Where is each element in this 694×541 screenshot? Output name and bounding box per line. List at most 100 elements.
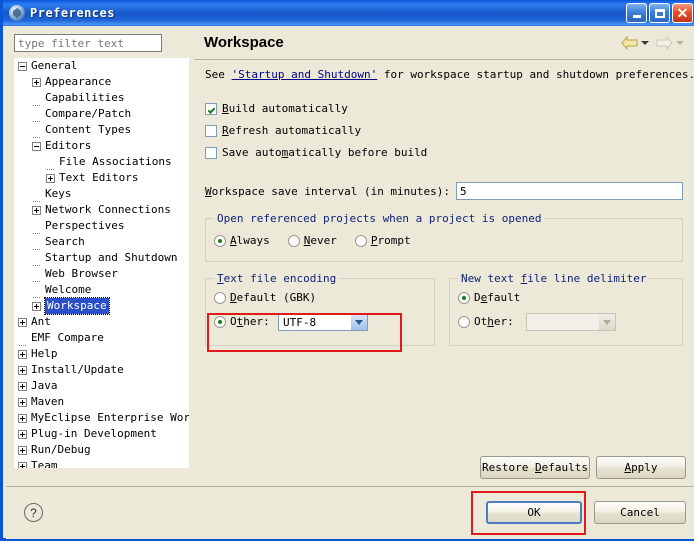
tree-item-label: Editors	[45, 139, 92, 152]
maximize-button[interactable]	[649, 3, 670, 23]
tree-item[interactable]: Maven	[14, 394, 189, 410]
tree-item[interactable]: Startup and Shutdown	[14, 250, 189, 266]
tree-item-label: Content Types	[45, 123, 132, 136]
save-before-build-checkbox[interactable]: Save automatically before build	[205, 146, 427, 159]
collapse-icon[interactable]	[32, 141, 41, 151]
expand-icon[interactable]	[18, 381, 27, 391]
tree-item[interactable]: Content Types	[14, 122, 189, 138]
expand-icon[interactable]	[46, 173, 55, 183]
eclipse-icon	[9, 5, 25, 21]
encoding-default-label: Default (GBK)	[230, 291, 317, 304]
tree-item[interactable]: File Associations	[14, 154, 189, 170]
refresh-automatically-label: Refresh automatically	[222, 124, 362, 137]
tree-item[interactable]: Plug-in Development	[14, 426, 189, 442]
filter-input[interactable]	[14, 34, 162, 52]
tree-item[interactable]: EMF Compare	[14, 330, 189, 346]
delimiter-other-label: Other:	[474, 315, 514, 328]
radio-dot[interactable]	[214, 315, 226, 328]
tree-item[interactable]: Editors	[14, 138, 189, 154]
tree-item[interactable]: Ant	[14, 314, 189, 330]
encoding-combo[interactable]: UTF-8	[278, 313, 368, 331]
refresh-automatically-checkbox[interactable]: Refresh automatically	[205, 124, 361, 137]
tree-item-label: MyEclipse Enterprise Work	[31, 411, 189, 424]
checkbox-box[interactable]	[205, 102, 217, 115]
tree-item[interactable]: Network Connections	[14, 202, 189, 218]
tree-item[interactable]: Capabilities	[14, 90, 189, 106]
startup-shutdown-link[interactable]: 'Startup and Shutdown'	[232, 68, 378, 81]
restore-defaults-label: Restore Defaults	[482, 461, 588, 474]
tree-item[interactable]: Web Browser	[14, 266, 189, 282]
collapse-icon[interactable]	[18, 61, 27, 71]
tree-item[interactable]: Java	[14, 378, 189, 394]
restore-defaults-button[interactable]: Restore Defaults	[480, 456, 590, 479]
ok-button[interactable]: OK	[486, 501, 582, 524]
title-bar: Preferences ✕	[3, 0, 694, 26]
tree-item[interactable]: MyEclipse Enterprise Work	[14, 410, 189, 426]
tree-item[interactable]: General	[14, 58, 189, 74]
checkbox-box[interactable]	[205, 146, 217, 159]
expand-icon[interactable]	[32, 77, 41, 87]
delimiter-default-radio[interactable]: Default	[458, 291, 520, 304]
arrow-back-icon[interactable]	[621, 35, 638, 50]
expand-icon[interactable]	[18, 317, 27, 327]
radio-prompt[interactable]: Prompt	[354, 234, 411, 247]
expand-icon[interactable]	[18, 461, 27, 468]
back-chevron-down-icon[interactable]	[641, 40, 649, 45]
page-header: Workspace	[194, 26, 694, 60]
radio-dot[interactable]	[287, 234, 300, 247]
radio-never[interactable]: Never	[287, 234, 337, 247]
tree-item[interactable]: Search	[14, 234, 189, 250]
expand-icon[interactable]	[18, 397, 27, 407]
expand-icon[interactable]	[18, 349, 27, 359]
minimize-button[interactable]	[626, 3, 647, 23]
tree-item[interactable]: Text Editors	[14, 170, 189, 186]
tree-item[interactable]: Appearance	[14, 74, 189, 90]
tree-item[interactable]: Run/Debug	[14, 442, 189, 458]
chevron-down-icon[interactable]	[351, 314, 367, 330]
encoding-other-radio[interactable]: Other:	[214, 315, 270, 328]
tree-item[interactable]: Help	[14, 346, 189, 362]
expand-icon[interactable]	[18, 445, 27, 455]
expand-icon[interactable]	[18, 429, 27, 439]
delimiter-other-radio[interactable]: Other:	[458, 315, 514, 328]
preferences-tree[interactable]: General Appearance Capabilities Compare/Pat…	[14, 58, 189, 468]
tree-item-label: Compare/Patch	[45, 107, 132, 120]
tree-item[interactable]: Perspectives	[14, 218, 189, 234]
delimiter-combo	[526, 313, 616, 331]
radio-dot[interactable]	[354, 234, 367, 247]
tree-item-label: Keys	[45, 187, 72, 200]
tree-item-label: Search	[45, 235, 85, 248]
content-panel: Workspace See 'Startup and Shutdown' for…	[194, 26, 694, 486]
tree-item[interactable]: Install/Update	[14, 362, 189, 378]
apply-button[interactable]: Apply	[596, 456, 686, 479]
checkbox-box[interactable]	[205, 124, 217, 137]
build-automatically-checkbox[interactable]: Build automatically	[205, 102, 348, 115]
tree-item-label: Java	[31, 379, 58, 392]
cancel-button[interactable]: Cancel	[594, 501, 686, 524]
tree-item[interactable]: Welcome	[14, 282, 189, 298]
chevron-down-icon	[599, 314, 615, 330]
save-interval-input[interactable]	[456, 182, 683, 200]
expand-icon[interactable]	[18, 413, 27, 423]
help-icon[interactable]: ?	[24, 503, 43, 522]
page-title: Workspace	[204, 34, 284, 51]
tree-item-label: Run/Debug	[31, 443, 91, 456]
expand-icon[interactable]	[32, 205, 41, 215]
expand-icon[interactable]	[18, 365, 27, 375]
expand-icon[interactable]	[32, 301, 41, 311]
radio-dot[interactable]	[458, 315, 470, 328]
tree-item[interactable]: Team	[14, 458, 189, 468]
tree-item[interactable]: Workspace	[14, 297, 189, 315]
radio-dot[interactable]	[458, 291, 470, 304]
intro-prefix: See	[205, 68, 232, 81]
tree-item-label: EMF Compare	[31, 331, 104, 344]
tree-item[interactable]: Compare/Patch	[14, 106, 189, 122]
build-automatically-label: Build automatically	[222, 102, 348, 115]
tree-item[interactable]: Keys	[14, 186, 189, 202]
close-button[interactable]: ✕	[672, 3, 693, 23]
tree-item-label: Maven	[31, 395, 65, 408]
radio-dot[interactable]	[214, 291, 226, 304]
radio-dot[interactable]	[214, 234, 226, 247]
radio-always[interactable]: Always	[214, 234, 270, 247]
encoding-default-radio[interactable]: Default (GBK)	[214, 291, 316, 304]
